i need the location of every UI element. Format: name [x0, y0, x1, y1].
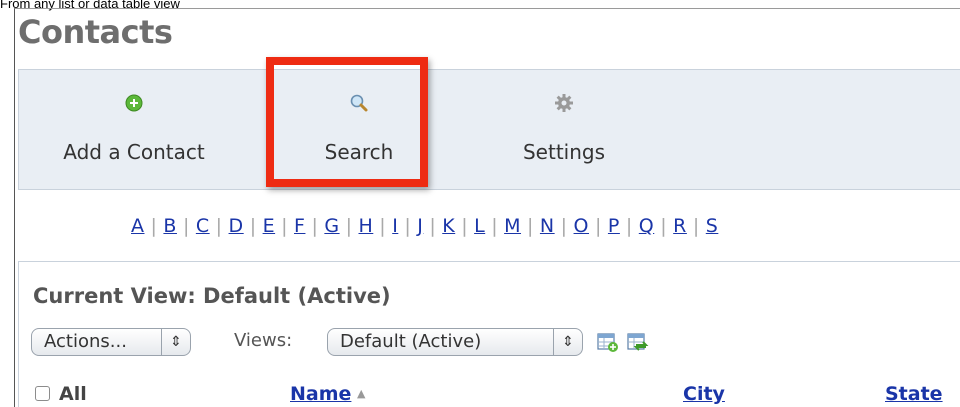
alpha-link-d[interactable]: D [229, 215, 244, 237]
actions-dropdown-value: Actions... [44, 331, 127, 352]
sort-ascending-icon: ▲ [357, 387, 366, 400]
add-contact-label: Add a Contact [63, 140, 205, 164]
alpha-link-p[interactable]: P [608, 215, 620, 237]
alpha-link-o[interactable]: O [574, 215, 589, 237]
alpha-link-e[interactable]: E [263, 215, 276, 237]
app-frame: Contacts Add a Contact Search Settings A… [14, 8, 960, 407]
alpha-link-q[interactable]: Q [639, 215, 654, 237]
select-all-checkbox[interactable] [35, 386, 50, 401]
updown-arrows-icon: ⇕ [161, 329, 190, 355]
alpha-link-j[interactable]: J [417, 215, 423, 237]
alpha-link-h[interactable]: H [359, 215, 374, 237]
alpha-link-i[interactable]: I [392, 215, 398, 237]
alpha-link-f[interactable]: F [294, 215, 305, 237]
views-label: Views: [234, 330, 293, 351]
add-view-icon[interactable] [597, 332, 619, 352]
gear-icon [555, 94, 573, 112]
page-title: Contacts [18, 13, 173, 51]
alpha-link-k[interactable]: K [442, 215, 455, 237]
alpha-link-r[interactable]: R [673, 215, 687, 237]
refresh-view-icon[interactable] [627, 332, 649, 352]
settings-label: Settings [522, 140, 606, 164]
alpha-link-s[interactable]: S [706, 215, 719, 237]
search-label: Search [324, 140, 394, 164]
alpha-link-a[interactable]: A [131, 215, 145, 237]
settings-button[interactable]: Settings [489, 70, 639, 189]
views-dropdown-value: Default (Active) [340, 331, 482, 352]
alpha-link-c[interactable]: C [196, 215, 210, 237]
alphabet-filter: A | B | C | D | E | F | G | H | I | J | K | L | M | N | O | P | Q | R | S [131, 215, 719, 237]
current-view-title: Current View: Default (Active) [33, 284, 391, 308]
actions-dropdown[interactable]: Actions... ⇕ [31, 328, 191, 356]
add-icon [125, 94, 143, 112]
column-header-city[interactable]: City [683, 383, 725, 405]
search-button[interactable]: Search [284, 70, 434, 189]
alpha-link-g[interactable]: G [324, 215, 339, 237]
alpha-link-b[interactable]: B [163, 215, 177, 237]
alpha-link-m[interactable]: M [504, 215, 521, 237]
column-header-name[interactable]: Name [290, 383, 351, 405]
search-icon [350, 94, 368, 112]
toolbar: Add a Contact Search Settings [18, 69, 960, 190]
add-contact-button[interactable]: Add a Contact [39, 70, 229, 189]
select-all-label: All [59, 383, 87, 405]
column-header-state[interactable]: State [885, 383, 943, 405]
views-dropdown[interactable]: Default (Active) ⇕ [327, 328, 583, 356]
alpha-link-l[interactable]: L [474, 215, 485, 237]
alpha-link-n[interactable]: N [540, 215, 555, 237]
updown-arrows-icon: ⇕ [553, 329, 582, 355]
